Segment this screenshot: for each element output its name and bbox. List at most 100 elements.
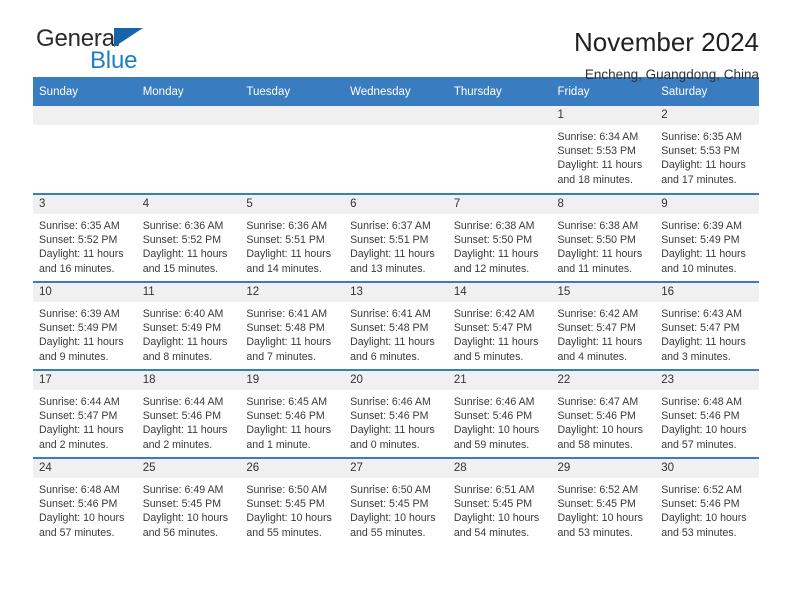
page-subtitle: Encheng, Guangdong, China <box>584 67 759 82</box>
calendar-day-cell[interactable]: 7 Sunrise: 6:38 AM Sunset: 5:50 PM Daylight… <box>447 193 552 282</box>
day-number: 27 <box>344 459 448 478</box>
calendar-day-cell[interactable]: 18 Sunrise: 6:44 AM Sunset: 5:46 PM Dayligh… <box>136 369 241 458</box>
calendar-day-cell[interactable]: 22 Sunrise: 6:47 AM Sunset: 5:46 PM Dayligh… <box>551 369 656 458</box>
brand-logo[interactable]: General Blue <box>33 26 183 84</box>
calendar-day-cell[interactable]: 9 Sunrise: 6:39 AM Sunset: 5:49 PM Daylight… <box>655 193 759 282</box>
day-number: 1 <box>551 106 656 125</box>
calendar-body: 1 Sunrise: 6:34 AM Sunset: 5:53 PM Daylight… <box>33 106 759 546</box>
sunset-text: Sunset: 5:46 PM <box>246 410 325 423</box>
day-details: Sunrise: 6:41 AM Sunset: 5:48 PM Daylight:… <box>240 302 344 364</box>
daylight-text: Daylight: 11 hours and 14 minutes. <box>246 248 332 275</box>
weekday-header-thursday: Thursday <box>447 77 552 106</box>
triangle-logo-icon <box>114 28 143 47</box>
sunrise-text: Sunrise: 6:39 AM <box>661 220 742 232</box>
calendar-day-cell[interactable]: 13 Sunrise: 6:41 AM Sunset: 5:48 PM Dayligh… <box>344 281 448 370</box>
calendar-day-cell-empty <box>240 106 345 194</box>
sunrise-text: Sunrise: 6:36 AM <box>246 220 328 232</box>
calendar-day-cell[interactable]: 6 Sunrise: 6:37 AM Sunset: 5:51 PM Daylight… <box>344 193 448 282</box>
sunrise-text: Sunrise: 6:42 AM <box>557 308 639 320</box>
sunset-text: Sunset: 5:49 PM <box>39 322 118 335</box>
calendar-day-cell[interactable]: 3 Sunrise: 6:35 AM Sunset: 5:52 PM Daylight… <box>33 193 137 282</box>
day-number: 5 <box>240 195 345 214</box>
sunset-text: Sunset: 5:46 PM <box>661 410 740 423</box>
sunrise-sunset-calendar: Sunday Monday Tuesday Wednesday Thursday… <box>33 77 759 546</box>
calendar-day-cell-empty <box>447 106 552 194</box>
sunrise-text: Sunrise: 6:39 AM <box>39 308 120 320</box>
day-details: Sunrise: 6:50 AM Sunset: 5:45 PM Daylight:… <box>240 478 344 540</box>
sunrise-text: Sunrise: 6:52 AM <box>557 484 639 496</box>
calendar-day-cell[interactable]: 23 Sunrise: 6:48 AM Sunset: 5:46 PM Dayligh… <box>655 369 759 458</box>
calendar-day-cell[interactable]: 11 Sunrise: 6:40 AM Sunset: 5:49 PM Dayligh… <box>136 281 241 370</box>
day-details: Sunrise: 6:35 AM Sunset: 5:53 PM Daylight:… <box>655 125 759 187</box>
calendar-day-cell[interactable]: 30 Sunrise: 6:52 AM Sunset: 5:46 PM Dayligh… <box>655 457 759 546</box>
calendar-day-cell[interactable]: 16 Sunrise: 6:43 AM Sunset: 5:47 PM Dayligh… <box>655 281 759 370</box>
calendar-day-cell[interactable]: 20 Sunrise: 6:46 AM Sunset: 5:46 PM Dayligh… <box>344 369 448 458</box>
daylight-text: Daylight: 10 hours and 58 minutes. <box>557 424 643 451</box>
calendar-week-row: 10 Sunrise: 6:39 AM Sunset: 5:49 PM Dayligh… <box>33 281 759 370</box>
day-number: 6 <box>344 195 448 214</box>
day-number: 7 <box>447 195 552 214</box>
day-number: 22 <box>551 371 656 390</box>
calendar-day-cell[interactable]: 15 Sunrise: 6:42 AM Sunset: 5:47 PM Dayligh… <box>551 281 656 370</box>
day-number: 23 <box>655 371 759 390</box>
calendar-day-cell[interactable]: 12 Sunrise: 6:41 AM Sunset: 5:48 PM Dayligh… <box>240 281 345 370</box>
day-number: 14 <box>447 283 552 302</box>
daylight-text: Daylight: 10 hours and 53 minutes. <box>557 512 643 539</box>
day-details: Sunrise: 6:35 AM Sunset: 5:52 PM Daylight:… <box>33 214 137 276</box>
sunset-text: Sunset: 5:51 PM <box>350 234 429 247</box>
day-number: 29 <box>551 459 656 478</box>
calendar-day-cell[interactable]: 2 Sunrise: 6:35 AM Sunset: 5:53 PM Daylight… <box>655 106 759 194</box>
calendar-day-cell[interactable]: 10 Sunrise: 6:39 AM Sunset: 5:49 PM Dayligh… <box>33 281 137 370</box>
sunrise-text: Sunrise: 6:48 AM <box>39 484 120 496</box>
sunset-text: Sunset: 5:48 PM <box>350 322 429 335</box>
day-details: Sunrise: 6:43 AM Sunset: 5:47 PM Daylight:… <box>655 302 759 364</box>
day-number: 8 <box>551 195 656 214</box>
sunrise-text: Sunrise: 6:34 AM <box>557 131 639 143</box>
sunset-text: Sunset: 5:46 PM <box>557 410 636 423</box>
sunset-text: Sunset: 5:51 PM <box>246 234 325 247</box>
daylight-text: Daylight: 10 hours and 57 minutes. <box>661 424 747 451</box>
sunrise-text: Sunrise: 6:41 AM <box>246 308 328 320</box>
calendar-day-cell[interactable]: 26 Sunrise: 6:50 AM Sunset: 5:45 PM Dayligh… <box>240 457 345 546</box>
day-details: Sunrise: 6:44 AM Sunset: 5:47 PM Daylight:… <box>33 390 137 452</box>
sunset-text: Sunset: 5:47 PM <box>453 322 533 335</box>
calendar-day-cell[interactable]: 27 Sunrise: 6:50 AM Sunset: 5:45 PM Dayligh… <box>344 457 448 546</box>
sunrise-text: Sunrise: 6:36 AM <box>142 220 224 232</box>
calendar-day-cell[interactable]: 24 Sunrise: 6:48 AM Sunset: 5:46 PM Dayligh… <box>33 457 137 546</box>
daylight-text: Daylight: 11 hours and 3 minutes. <box>661 336 746 363</box>
daylight-text: Daylight: 10 hours and 53 minutes. <box>661 512 747 539</box>
sunset-text: Sunset: 5:47 PM <box>39 410 118 423</box>
day-details: Sunrise: 6:45 AM Sunset: 5:46 PM Daylight:… <box>240 390 344 452</box>
calendar-day-cell[interactable]: 1 Sunrise: 6:34 AM Sunset: 5:53 PM Daylight… <box>551 106 656 194</box>
sunrise-text: Sunrise: 6:46 AM <box>350 396 431 408</box>
calendar-page: General Blue November 2024 Encheng, Guan… <box>0 0 792 612</box>
day-number-band <box>136 106 241 125</box>
calendar-day-cell[interactable]: 8 Sunrise: 6:38 AM Sunset: 5:50 PM Daylight… <box>551 193 656 282</box>
day-details: Sunrise: 6:50 AM Sunset: 5:45 PM Daylight:… <box>344 478 448 540</box>
calendar-day-cell[interactable]: 28 Sunrise: 6:51 AM Sunset: 5:45 PM Dayligh… <box>447 457 552 546</box>
calendar-day-cell[interactable]: 17 Sunrise: 6:44 AM Sunset: 5:47 PM Dayligh… <box>33 369 137 458</box>
calendar-day-cell[interactable]: 5 Sunrise: 6:36 AM Sunset: 5:51 PM Daylight… <box>240 193 345 282</box>
calendar-day-cell[interactable]: 14 Sunrise: 6:42 AM Sunset: 5:47 PM Dayligh… <box>447 281 552 370</box>
day-number: 16 <box>655 283 759 302</box>
sunrise-text: Sunrise: 6:51 AM <box>453 484 535 496</box>
calendar-day-cell[interactable]: 4 Sunrise: 6:36 AM Sunset: 5:52 PM Daylight… <box>136 193 241 282</box>
calendar-week-row: 24 Sunrise: 6:48 AM Sunset: 5:46 PM Dayligh… <box>33 457 759 546</box>
weekday-header-tuesday: Tuesday <box>240 77 345 106</box>
calendar-day-cell[interactable]: 19 Sunrise: 6:45 AM Sunset: 5:46 PM Dayligh… <box>240 369 345 458</box>
daylight-text: Daylight: 11 hours and 13 minutes. <box>350 248 435 275</box>
day-details: Sunrise: 6:36 AM Sunset: 5:51 PM Daylight:… <box>240 214 344 276</box>
calendar-day-cell[interactable]: 21 Sunrise: 6:46 AM Sunset: 5:46 PM Dayligh… <box>447 369 552 458</box>
daylight-text: Daylight: 10 hours and 55 minutes. <box>246 512 332 539</box>
day-number: 30 <box>655 459 759 478</box>
calendar-day-cell[interactable]: 29 Sunrise: 6:52 AM Sunset: 5:45 PM Dayligh… <box>551 457 656 546</box>
weekday-header-wednesday: Wednesday <box>344 77 448 106</box>
sunset-text: Sunset: 5:45 PM <box>142 498 222 511</box>
calendar-day-cell[interactable]: 25 Sunrise: 6:49 AM Sunset: 5:45 PM Dayligh… <box>136 457 241 546</box>
sunrise-text: Sunrise: 6:44 AM <box>39 396 120 408</box>
day-number: 9 <box>655 195 759 214</box>
day-number-band <box>33 106 137 125</box>
daylight-text: Daylight: 11 hours and 9 minutes. <box>39 336 124 363</box>
daylight-text: Daylight: 11 hours and 6 minutes. <box>350 336 435 363</box>
day-number-band <box>344 106 448 125</box>
